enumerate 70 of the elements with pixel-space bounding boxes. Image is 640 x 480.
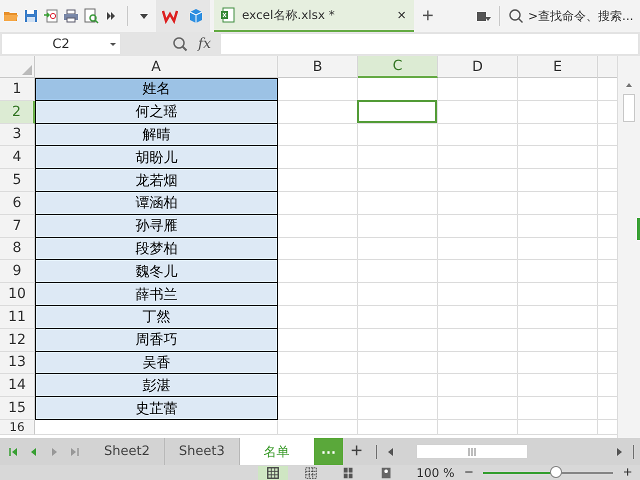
previous-sheet-icon[interactable] <box>29 446 39 456</box>
name-box[interactable]: C2 <box>2 34 120 54</box>
table-cell: 谭涵柏 <box>35 192 278 215</box>
preview-icon[interactable] <box>83 8 99 24</box>
caret-icon <box>109 40 117 48</box>
table-cell: 胡盼儿 <box>35 146 278 170</box>
row-header[interactable]: 15 <box>0 397 35 420</box>
zoom-level: 100 % <box>416 466 454 480</box>
add-sheet-button[interactable]: + <box>342 440 370 463</box>
table-cell: 魏冬儿 <box>35 260 278 284</box>
table-cell: 吴香 <box>35 352 278 374</box>
grip-icon <box>467 448 478 456</box>
row-header[interactable]: 12 <box>0 328 35 352</box>
table-cell: 薛书兰 <box>35 283 278 306</box>
row-header[interactable]: 13 <box>0 352 35 374</box>
column-header[interactable]: E <box>518 56 598 78</box>
dropdown-icon[interactable] <box>139 11 149 21</box>
printer-icon[interactable] <box>63 8 79 24</box>
search-field[interactable]: >查找命令、搜索... <box>508 8 640 24</box>
row-header[interactable]: 5 <box>0 169 35 192</box>
row-header[interactable]: 16 <box>0 420 35 435</box>
table-cell: 何之瑶 <box>35 100 278 124</box>
table-cell: 史芷蕾 <box>35 397 278 420</box>
column-header[interactable]: A <box>35 56 278 78</box>
table-cell: 解晴 <box>35 124 278 146</box>
table-cell: 姓名 <box>35 78 278 101</box>
document-tab[interactable]: excel名称.xlsx * × <box>214 0 414 32</box>
row-header[interactable]: 10 <box>0 283 35 306</box>
save-icon[interactable] <box>23 8 39 24</box>
close-button[interactable]: × <box>395 6 408 24</box>
scroll-right-icon[interactable] <box>614 446 624 456</box>
column-header[interactable]: B <box>278 56 358 78</box>
export-icon[interactable] <box>43 8 59 24</box>
slider-thumb[interactable] <box>550 466 562 478</box>
zoom-out-button[interactable]: − <box>462 465 476 480</box>
normal-view-icon[interactable] <box>258 466 288 480</box>
row-header[interactable]: 6 <box>0 192 35 215</box>
function-button[interactable]: fx <box>194 36 216 52</box>
row-header[interactable]: 8 <box>0 238 35 260</box>
triangle-icon <box>22 65 32 75</box>
first-sheet-icon[interactable] <box>9 446 19 456</box>
table-cell: 丁然 <box>35 306 278 329</box>
document-title: excel名称.xlsx * <box>242 6 336 24</box>
row-header[interactable]: 1 <box>0 78 35 101</box>
spreadsheet-icon <box>220 7 236 23</box>
column-header[interactable]: D <box>438 56 518 78</box>
row-header[interactable]: 3 <box>0 124 35 146</box>
more-icon[interactable] <box>106 11 116 21</box>
row-header[interactable]: 14 <box>0 374 35 398</box>
sheet-tab[interactable]: 名单 <box>240 438 314 465</box>
search-icon <box>508 8 524 24</box>
row-header[interactable]: 4 <box>0 146 35 170</box>
scrollbar-thumb[interactable] <box>417 445 528 458</box>
new-tab-button[interactable]: + <box>418 4 438 28</box>
row-header[interactable]: 11 <box>0 306 35 329</box>
table-cell: 彭湛 <box>35 374 278 398</box>
table-cell: 龙若烟 <box>35 169 278 192</box>
formula-field[interactable] <box>221 34 638 54</box>
zoom-search-icon[interactable] <box>172 36 188 52</box>
scrollbar-thumb[interactable] <box>623 94 636 122</box>
row-header[interactable]: 9 <box>0 260 35 284</box>
table-cell: 孙寻雁 <box>35 214 278 238</box>
row-header[interactable]: 2 <box>0 100 35 124</box>
column-header[interactable]: C <box>358 56 438 78</box>
zoom-in-button[interactable]: + <box>621 465 634 480</box>
logo-icon[interactable] <box>162 8 178 24</box>
table-cell: 段梦柏 <box>35 238 278 260</box>
table-cell: 周香巧 <box>35 328 278 352</box>
row-header[interactable]: 7 <box>0 214 35 238</box>
cube-icon[interactable] <box>188 8 204 24</box>
